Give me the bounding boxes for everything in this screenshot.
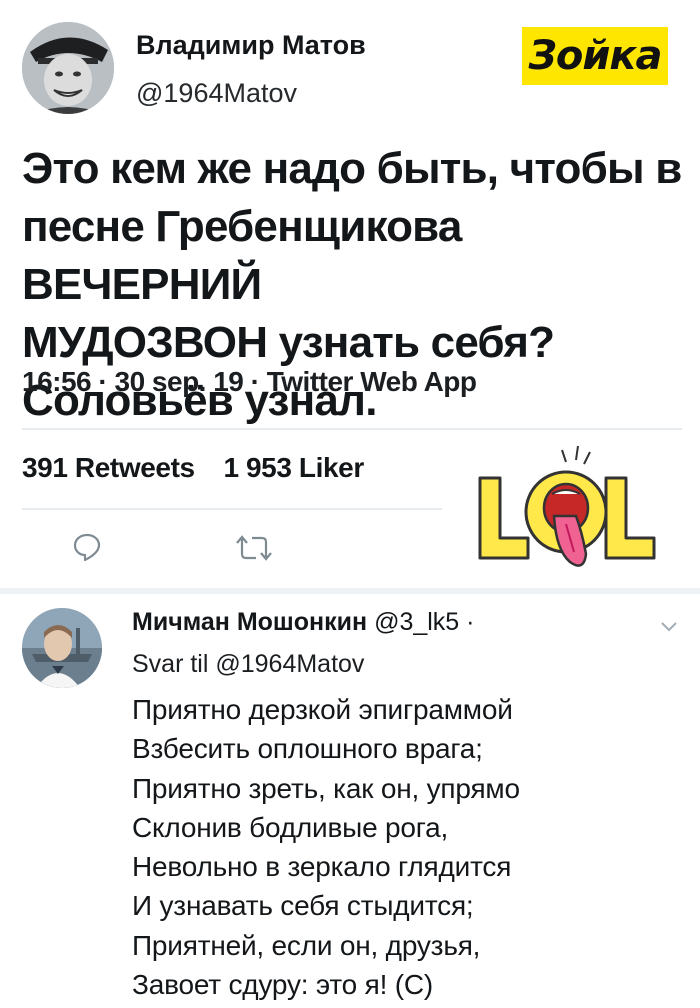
reply-line: И узнавать себя стыдится; (132, 890, 474, 922)
tweet-meta[interactable]: 16:56 · 30 sep. 19 · Twitter Web App (22, 366, 477, 398)
reply-line: Приятно зреть, как он, упрямо (132, 772, 520, 804)
reply-line: Приятно дерзкой эпиграммой (132, 694, 513, 725)
reply-avatar-image (22, 608, 102, 688)
reply-to-line[interactable]: Svar til @1964Matov (132, 650, 364, 679)
author-handle[interactable]: @1964Matov (136, 78, 297, 109)
badge-text: Зойка (528, 33, 662, 79)
reply-text: Приятно дерзкой эпиграммой Взбесить опло… (132, 690, 692, 1004)
reply-line: Завоет сдуру: это я! (С) (132, 969, 434, 1001)
reply-author-avatar[interactable] (22, 608, 102, 688)
retweet-count[interactable]: 391 (22, 452, 68, 483)
lol-sticker (466, 440, 666, 585)
reply-author-handle[interactable]: @3_lk5 (374, 608, 459, 636)
like-count[interactable]: 1 953 (223, 452, 291, 483)
reply-author-name[interactable]: Мичман Мошонкин (132, 608, 367, 636)
tweet-line: Это кем же надо быть, чтобы в (22, 144, 682, 193)
avatar-image (22, 22, 114, 114)
divider (22, 508, 442, 510)
reply-header-separator: · (466, 608, 475, 636)
reply-line: Приятней, если он, друзья, (132, 929, 481, 961)
tweet-separator (0, 588, 700, 594)
reply-line: Склонив бодливые рога, (132, 811, 449, 843)
retweet-label[interactable]: Retweets (75, 452, 195, 483)
reply-line: Невольно в зеркало глядится (132, 851, 512, 883)
author-name[interactable]: Владимир Матов (136, 30, 366, 61)
tweet-line: МУДОЗВОН узнать себя? (22, 318, 555, 367)
reply-icon[interactable] (72, 532, 102, 567)
chevron-down-icon[interactable] (660, 620, 678, 638)
tweet-stats: 391 Retweets 1 953 Liker (22, 452, 364, 484)
like-label[interactable]: Liker (299, 452, 364, 483)
divider (22, 428, 682, 430)
lol-sticker-image (478, 445, 656, 567)
tweet-line: песне Гребенщикова ВЕЧЕРНИЙ (22, 202, 462, 309)
reply-header: Мичман Мошонкин @3_lk5 · (132, 608, 475, 637)
watermark-badge: Зойка (522, 27, 668, 85)
reply-line: Взбесить оплошного врага; (132, 733, 483, 765)
retweet-icon[interactable] (234, 534, 274, 567)
author-avatar[interactable] (22, 22, 114, 114)
